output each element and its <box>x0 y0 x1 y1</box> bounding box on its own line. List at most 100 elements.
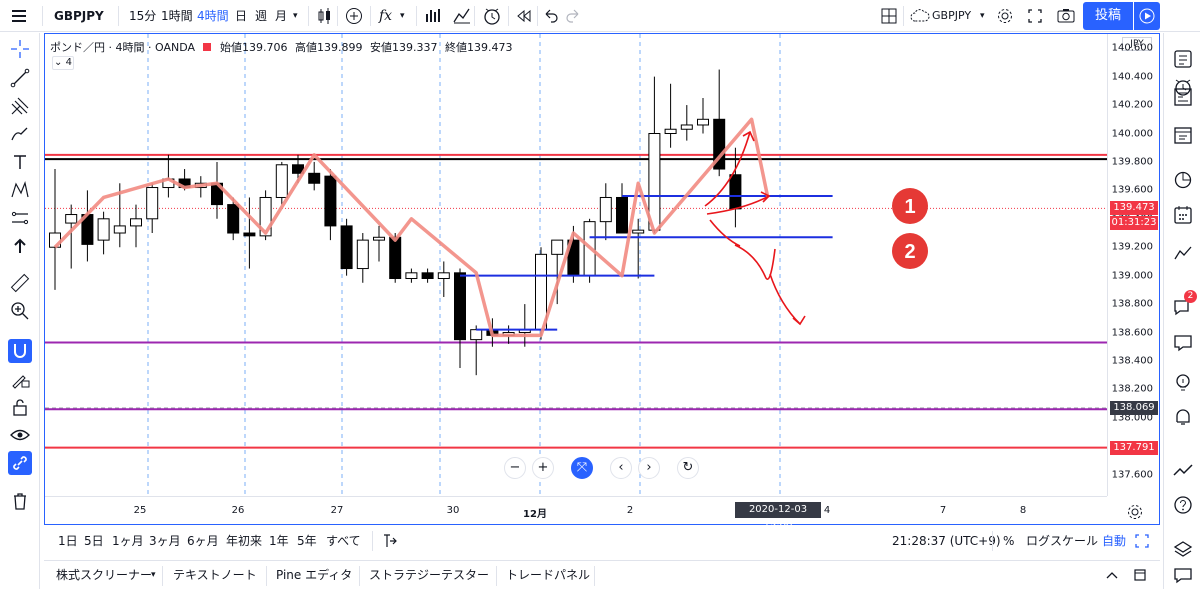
range-6m[interactable]: 6ヶ月 <box>187 527 219 555</box>
interval-1h[interactable]: 1時間 <box>161 0 193 32</box>
divider <box>992 531 993 551</box>
range-all[interactable]: すべて <box>326 527 361 555</box>
tab-trade-panel[interactable]: トレードパネル <box>506 561 590 590</box>
lock-pencil-icon[interactable] <box>8 367 32 391</box>
financials-icon[interactable] <box>452 0 472 32</box>
undo-icon[interactable] <box>543 0 559 32</box>
range-5y[interactable]: 5年 <box>297 527 317 555</box>
candle-body <box>340 225 353 270</box>
tab-strategy-tester[interactable]: ストラテジーテスター <box>369 561 489 590</box>
collapse-panel-icon[interactable] <box>1104 561 1120 590</box>
zoom-in-icon[interactable] <box>8 299 32 323</box>
range-5d[interactable]: 5日 <box>84 527 104 555</box>
trend-icon[interactable] <box>1171 458 1195 482</box>
unlock-icon[interactable] <box>8 395 32 419</box>
calendar-icon[interactable] <box>1171 203 1195 227</box>
calendar-list-icon[interactable] <box>1171 123 1195 147</box>
text-tool-icon[interactable] <box>8 150 32 174</box>
camera-icon[interactable] <box>1056 0 1076 32</box>
divider <box>594 566 595 586</box>
indicators-dropdown-icon[interactable]: ▾ <box>400 0 405 32</box>
range-ytd[interactable]: 年初来 <box>226 527 262 555</box>
publish-button[interactable]: 投稿 <box>1083 2 1133 30</box>
watchlist-icon[interactable] <box>1171 47 1195 71</box>
settings-gear-icon[interactable] <box>996 0 1014 32</box>
range-3m[interactable]: 3ヶ月 <box>149 527 181 555</box>
ruler-icon[interactable] <box>8 271 32 295</box>
redo-icon[interactable] <box>565 0 581 32</box>
menu-icon[interactable] <box>10 0 30 32</box>
symbol-search[interactable]: GBPJPY <box>54 0 104 32</box>
expand-icon[interactable] <box>1134 527 1150 555</box>
replay-icon[interactable] <box>515 0 533 32</box>
candlestick-chart[interactable]: 12 <box>45 34 1107 496</box>
news-icon[interactable] <box>1171 85 1195 109</box>
trend-line-icon[interactable] <box>8 66 32 90</box>
screener-dropdown-icon[interactable]: ▾ <box>151 561 156 590</box>
legend-collapse-button[interactable]: ⌄ 4 <box>52 56 74 70</box>
interval-15m[interactable]: 15分 <box>129 0 156 32</box>
hotlist-icon[interactable] <box>1171 241 1195 265</box>
pattern-icon[interactable] <box>8 178 32 202</box>
interval-4h[interactable]: 4時間 <box>197 0 229 32</box>
pitchfork-icon[interactable] <box>8 94 32 118</box>
log-scale-toggle[interactable]: ログスケール <box>1026 527 1098 555</box>
zoom-in-button[interactable]: + <box>532 457 554 479</box>
fullscreen-icon[interactable] <box>1026 0 1044 32</box>
candle-type-icon[interactable] <box>316 0 334 32</box>
alert-clock-icon[interactable] <box>482 0 502 32</box>
cloud-icon[interactable] <box>910 0 930 32</box>
interval-1m[interactable]: 月 <box>275 0 287 32</box>
reset-chart-button[interactable]: ⤧ <box>571 457 593 479</box>
interval-dropdown-icon[interactable]: ▾ <box>293 0 298 32</box>
candle-body <box>551 239 564 255</box>
interval-1w[interactable]: 週 <box>255 0 267 32</box>
templates-icon[interactable] <box>423 0 441 32</box>
help-icon[interactable] <box>1171 493 1195 517</box>
pie-chart-icon[interactable] <box>1171 168 1195 192</box>
candle-body <box>356 239 369 270</box>
tab-stock-screener[interactable]: 株式スクリーナー <box>56 561 152 590</box>
link-icon[interactable] <box>8 451 32 475</box>
range-1y[interactable]: 1年 <box>269 527 289 555</box>
time-axis[interactable]: 2020-12-03 15:00 25 26 27 30 12月 2 4 7 8 <box>45 496 1107 531</box>
trash-icon[interactable] <box>8 489 32 513</box>
divider <box>337 6 338 26</box>
chart-pane[interactable]: 12 <box>45 34 1107 496</box>
range-1m[interactable]: 1ヶ月 <box>112 527 144 555</box>
reset-scale-button[interactable]: ↻ <box>677 457 699 479</box>
goto-date-icon[interactable] <box>381 527 399 555</box>
scroll-right-button[interactable]: › <box>638 457 660 479</box>
prediction-icon[interactable] <box>8 206 32 230</box>
chart-settings-gear-icon[interactable] <box>1126 503 1144 524</box>
maximize-panel-icon[interactable] <box>1132 561 1148 590</box>
price-axis[interactable]: JPY 140.600 140.400 140.200 140.000 139.800 1… <box>1107 34 1159 496</box>
arrow-up-icon[interactable] <box>8 234 32 258</box>
indicators-icon[interactable]: fx <box>379 0 392 32</box>
publish-play-button[interactable] <box>1134 2 1160 30</box>
interval-1d[interactable]: 日 <box>235 0 247 32</box>
crosshair-icon[interactable] <box>8 37 32 61</box>
layers-icon[interactable] <box>1171 537 1195 561</box>
zoom-out-button[interactable]: − <box>504 457 526 479</box>
tab-text-notes[interactable]: テキストノート <box>173 561 257 590</box>
auto-scale-toggle[interactable]: 自動 <box>1102 527 1126 555</box>
compare-icon[interactable] <box>345 0 363 32</box>
price-tick-label: 140.200 <box>1111 99 1153 111</box>
bell-icon[interactable] <box>1171 405 1195 429</box>
layout-name[interactable]: GBPJPY <box>932 0 971 32</box>
layout-dropdown-icon[interactable]: ▾ <box>980 0 985 32</box>
eye-icon[interactable] <box>8 423 32 447</box>
range-1d[interactable]: 1日 <box>58 527 78 555</box>
chat-bubble-icon[interactable] <box>1171 563 1195 587</box>
messages-icon[interactable] <box>1171 331 1195 355</box>
magnet-icon[interactable] <box>8 339 32 363</box>
layout-icon[interactable] <box>880 0 898 32</box>
ideas-lightbulb-icon[interactable] <box>1171 371 1195 395</box>
brush-icon[interactable] <box>8 122 32 146</box>
clock[interactable]: 21:28:37 (UTC+9) <box>892 527 1001 555</box>
candle-body <box>275 164 288 198</box>
tab-pine-editor[interactable]: Pine エディタ <box>276 561 352 590</box>
percent-scale-toggle[interactable]: % <box>1003 527 1014 555</box>
scroll-left-button[interactable]: ‹ <box>610 457 632 479</box>
